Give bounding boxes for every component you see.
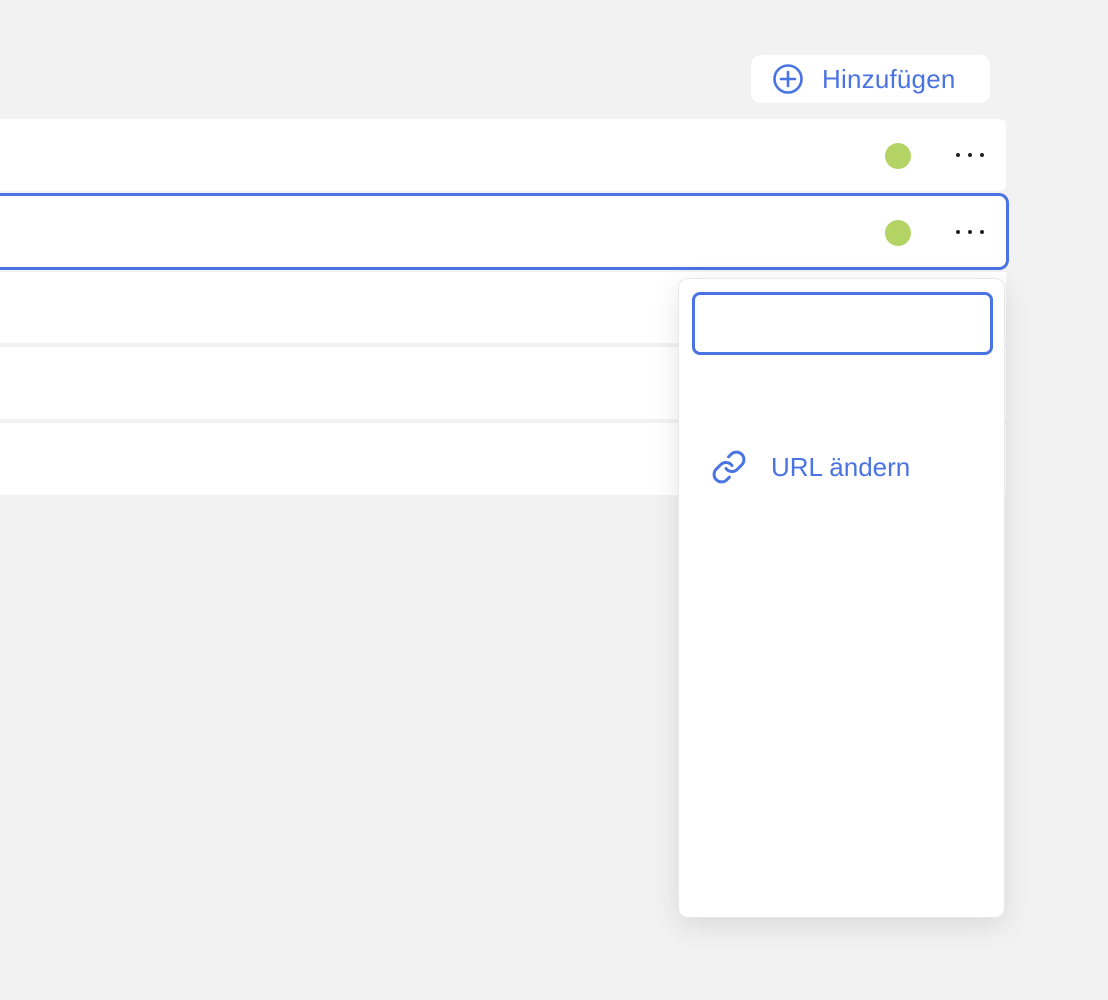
list-row[interactable] xyxy=(0,119,1006,191)
menu-item-label: URL ändern xyxy=(771,451,911,482)
plus-circle-icon xyxy=(772,63,804,95)
link-icon xyxy=(711,449,747,485)
more-options-button[interactable] xyxy=(950,217,990,247)
dropdown-search-input[interactable] xyxy=(692,292,993,355)
list-row-selected[interactable] xyxy=(0,193,1009,270)
more-options-button[interactable] xyxy=(950,140,990,170)
menu-item-change-url[interactable]: URL ändern xyxy=(711,449,910,485)
status-indicator xyxy=(885,220,911,246)
options-dropdown: URL ändern xyxy=(678,278,1005,918)
add-button[interactable]: Hinzufügen xyxy=(751,55,990,103)
more-horizontal-icon xyxy=(956,153,984,157)
add-button-label: Hinzufügen xyxy=(822,63,956,94)
status-indicator xyxy=(885,143,911,169)
more-horizontal-icon xyxy=(956,230,984,234)
